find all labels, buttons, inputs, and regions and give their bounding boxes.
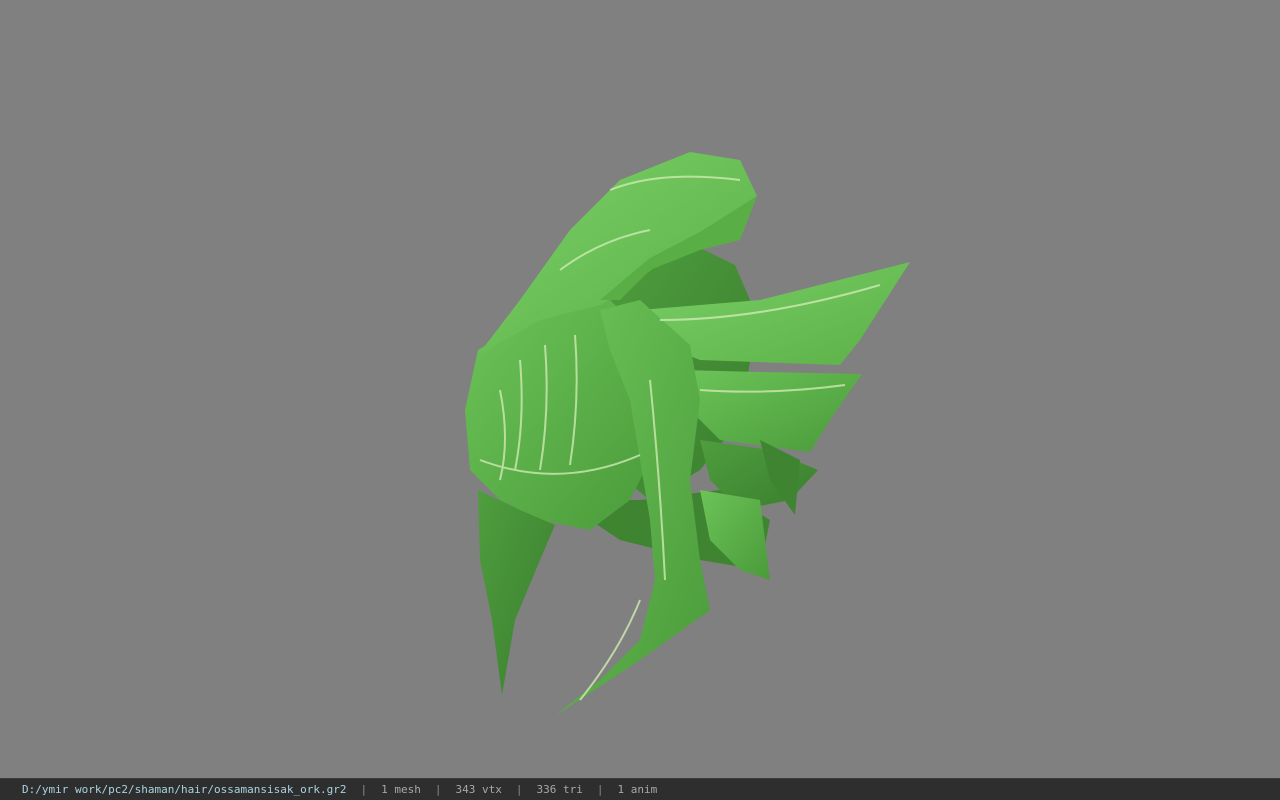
file-path: D:/ymir work/pc2/shaman/hair/ossamansisa… (22, 783, 347, 796)
separator: | (596, 783, 604, 796)
helmet-cheek-left (478, 490, 555, 695)
triangle-count: 336 tri (536, 783, 583, 796)
vertex-count: 343 vtx (455, 783, 502, 796)
mesh-count: 1 mesh (381, 783, 421, 796)
helmet-jaw-right (700, 490, 770, 580)
animation-count: 1 anim (617, 783, 658, 796)
separator: | (515, 783, 523, 796)
separator: | (434, 783, 442, 796)
separator: | (360, 783, 368, 796)
helmet-model (465, 152, 910, 716)
3d-viewport[interactable] (0, 0, 1280, 778)
status-bar: D:/ymir work/pc2/shaman/hair/ossamansisa… (0, 778, 1280, 800)
